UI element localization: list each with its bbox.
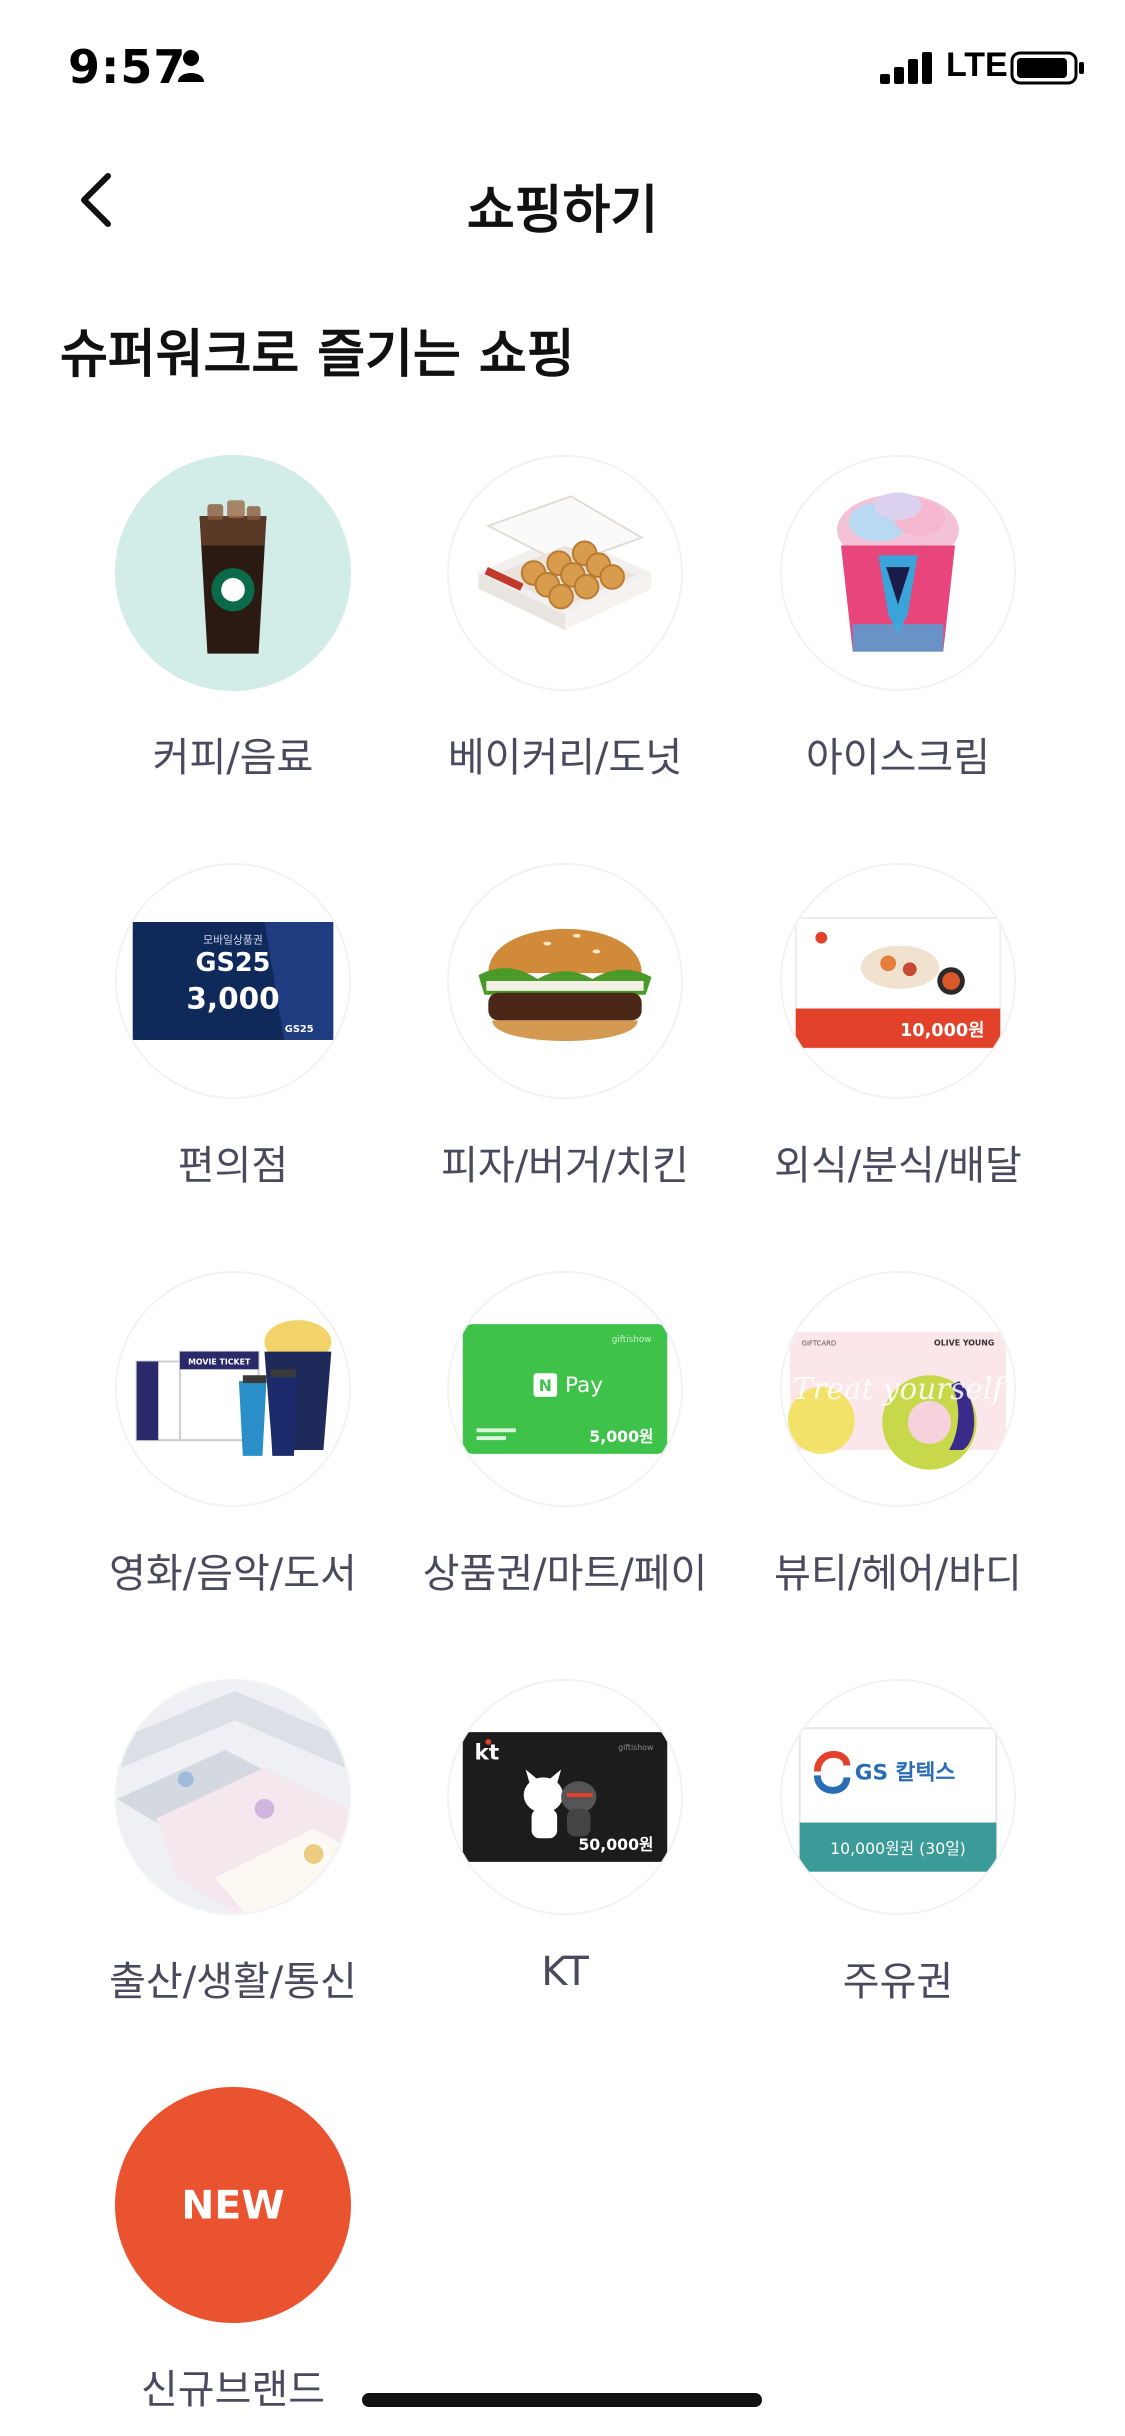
svg-text:N: N bbox=[539, 1376, 552, 1395]
restaurant-voucher-image: 10,000원 bbox=[780, 863, 1016, 1099]
ice-cream-cup-image bbox=[780, 455, 1016, 691]
new-badge-text: NEW bbox=[181, 2184, 284, 2229]
gs-caltex-amount: 10,000원권 (30일) bbox=[830, 1839, 966, 1858]
naver-pay-card-image: giftishow N Pay 5,000원 bbox=[447, 1271, 683, 1507]
category-icecream[interactable]: 아이스크림 bbox=[725, 455, 1065, 785]
olive-card-corner: GIFTCARD bbox=[802, 1340, 837, 1348]
category-label: KT bbox=[541, 1949, 589, 1995]
category-label: 커피/음료 bbox=[152, 735, 314, 781]
category-label: 피자/버거/치킨 bbox=[441, 1143, 689, 1189]
kt-mobile-voucher-image: kt giftishow 50,000원 bbox=[447, 1679, 683, 1915]
nav-bar: 쇼핑하기 bbox=[0, 150, 1125, 250]
towels-image bbox=[115, 1679, 351, 1915]
gs25-card-footer: GS25 bbox=[285, 1024, 314, 1035]
category-birth-living[interactable]: 출산/생활/통신 bbox=[60, 1679, 400, 2009]
iced-coffee-image bbox=[115, 455, 351, 691]
category-giftcard-mart-pay[interactable]: giftishow N Pay 5,000원 상품권/마트/페이 bbox=[392, 1271, 732, 1601]
category-label: 영화/음악/도서 bbox=[109, 1551, 357, 1597]
category-new-brands[interactable]: NEW 신규브랜드 bbox=[60, 2087, 400, 2417]
category-label: 편의점 bbox=[177, 1143, 289, 1189]
burger-image bbox=[447, 863, 683, 1099]
gs25-card-brand: GS25 bbox=[196, 948, 271, 978]
category-bakery[interactable]: 베이커리/도넛 bbox=[392, 455, 732, 785]
dining-card-amount: 10,000원 bbox=[900, 1020, 985, 1041]
olive-card-brand: OLIVE YOUNG bbox=[934, 1339, 994, 1348]
section-title: 슈퍼워크로 즐기는 쇼핑 bbox=[60, 325, 575, 385]
gs25-card-amount: 3,000 bbox=[186, 982, 279, 1016]
gs-caltex-voucher-image: GS 칼텍스 10,000원권 (30일) bbox=[780, 1679, 1016, 1915]
category-label: 출산/생활/통신 bbox=[109, 1959, 357, 2005]
page-title: 쇼핑하기 bbox=[466, 181, 659, 241]
category-pizza-burger[interactable]: 피자/버거/치킨 bbox=[392, 863, 732, 1193]
signal-icon bbox=[880, 52, 932, 84]
kt-card-corner: giftishow bbox=[618, 1743, 654, 1752]
category-label: 뷰티/헤어/바디 bbox=[774, 1551, 1022, 1597]
category-coffee[interactable]: 커피/음료 bbox=[60, 455, 400, 785]
category-label: 상품권/마트/페이 bbox=[422, 1551, 708, 1597]
olive-card-script: Treat yourself bbox=[793, 1372, 1009, 1406]
category-movie[interactable]: MOVIE TICKET 영화/음악/도서 bbox=[60, 1271, 400, 1601]
person-icon bbox=[178, 50, 204, 82]
gs25-card-title: 모바일상품권 bbox=[203, 933, 263, 947]
naver-pay-brand: Pay bbox=[565, 1373, 603, 1398]
status-bar: 9:57 LTE bbox=[0, 0, 1125, 140]
battery-icon bbox=[1010, 51, 1084, 85]
naver-card-corner: giftishow bbox=[612, 1335, 652, 1345]
donut-box-image bbox=[447, 455, 683, 691]
category-dining[interactable]: 10,000원 외식/분식/배달 bbox=[725, 863, 1065, 1193]
home-indicator[interactable] bbox=[362, 2393, 762, 2407]
category-label: 외식/분식/배달 bbox=[774, 1143, 1022, 1189]
category-label: 베이커리/도넛 bbox=[447, 735, 683, 781]
olive-young-giftcard-image: GIFTCARD OLIVE YOUNG Treat yourself bbox=[780, 1271, 1016, 1507]
category-label: 주유권 bbox=[842, 1959, 954, 2005]
movie-ticket-popcorn-image: MOVIE TICKET bbox=[115, 1271, 351, 1507]
category-convenience[interactable]: 모바일상품권 GS25 3,000 GS25 편의점 bbox=[60, 863, 400, 1193]
naver-card-amount: 5,000원 bbox=[589, 1427, 653, 1446]
new-badge: NEW bbox=[115, 2087, 351, 2323]
category-fuel[interactable]: GS 칼텍스 10,000원권 (30일) 주유권 bbox=[725, 1679, 1065, 2009]
network-label: LTE bbox=[946, 46, 1008, 84]
category-kt[interactable]: kt giftishow 50,000원 KT bbox=[392, 1679, 732, 2009]
kt-card-amount: 50,000원 bbox=[578, 1835, 653, 1854]
status-time: 9:57 bbox=[68, 40, 187, 94]
category-beauty[interactable]: GIFTCARD OLIVE YOUNG Treat yourself 뷰티/헤… bbox=[725, 1271, 1065, 1601]
movie-ticket-text: MOVIE TICKET bbox=[188, 1357, 251, 1366]
gs25-voucher-image: 모바일상품권 GS25 3,000 GS25 bbox=[115, 863, 351, 1099]
category-label: 아이스크림 bbox=[806, 735, 990, 781]
gs-caltex-brand: GS 칼텍스 bbox=[855, 1760, 956, 1785]
